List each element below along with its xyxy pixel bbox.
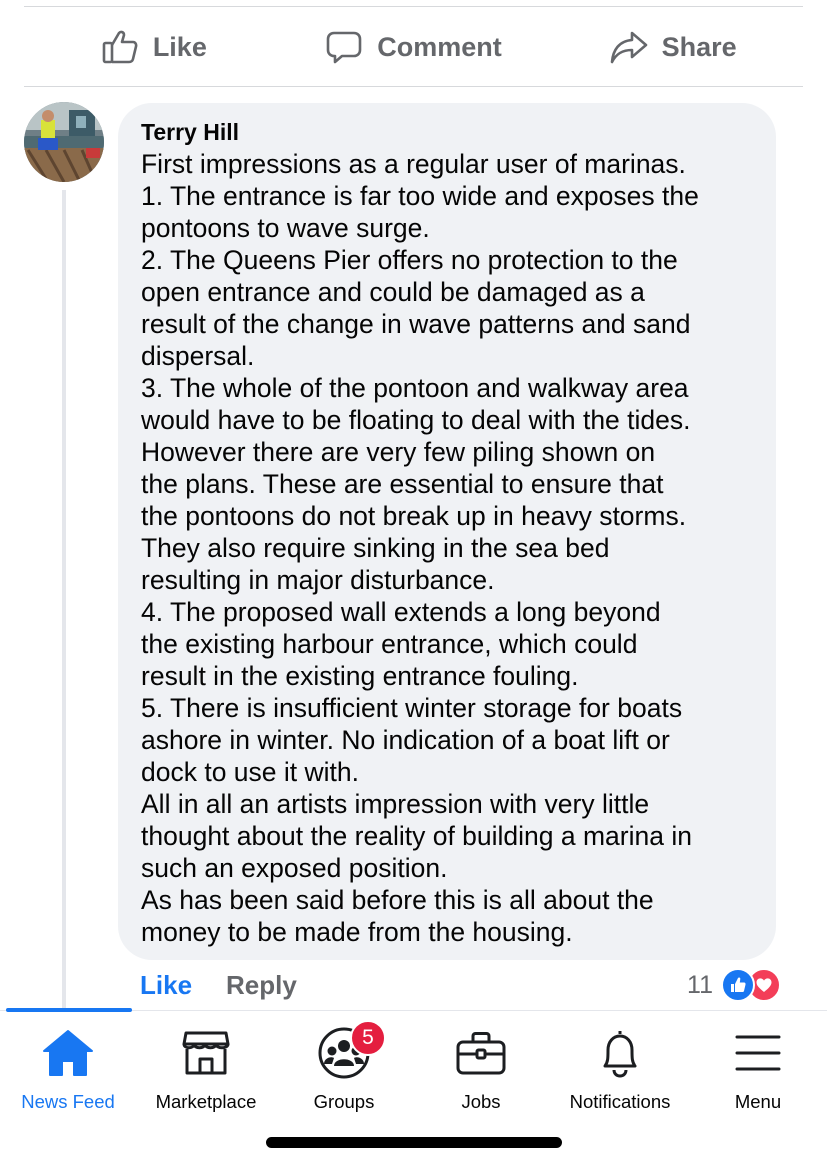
comment-line: As has been said before this is all abou… [141, 885, 654, 915]
comment-line: result in the existing entrance fouling. [141, 661, 579, 691]
comment-line: the plans. These are essential to ensure… [141, 469, 664, 499]
comment-line: ashore in winter. No indication of a boa… [141, 725, 670, 755]
comment-line: the pontoons do not break up in heavy st… [141, 501, 687, 531]
action-bar-divider [24, 86, 803, 87]
comment-line: resulting in major disturbance. [141, 565, 495, 595]
comment-author[interactable]: Terry Hill [141, 118, 754, 146]
tab-news-feed-label: News Feed [21, 1091, 115, 1112]
comment-line: dispersal. [141, 341, 255, 371]
comment-line: would have to be floating to deal with t… [141, 405, 691, 435]
comment-line: money to be made from the housing. [141, 917, 573, 947]
tab-news-feed[interactable]: News Feed [0, 1020, 138, 1114]
comment-line: dock to use it with. [141, 757, 359, 787]
like-icon [721, 968, 755, 1002]
comment-line: the existing harbour entrance, which cou… [141, 629, 638, 659]
comment-line: result of the change in wave patterns an… [141, 309, 691, 339]
tab-marketplace[interactable]: Marketplace [136, 1020, 276, 1114]
bell-icon [597, 1028, 643, 1083]
top-divider [24, 6, 803, 7]
comment-button-label: Comment [377, 31, 502, 62]
home-icon [42, 1029, 94, 1082]
comment-line: thought about the reality of building a … [141, 821, 692, 851]
speech-bubble-icon [325, 28, 363, 66]
home-indicator[interactable] [266, 1137, 562, 1148]
comment-button[interactable]: Comment [284, 28, 544, 66]
reply-thread-line [62, 190, 66, 1010]
tab-marketplace-label: Marketplace [155, 1091, 257, 1112]
comment-line: First impressions as a regular user of m… [141, 149, 686, 179]
share-button[interactable]: Share [543, 28, 803, 66]
tab-groups[interactable]: 5 Groups [274, 1020, 414, 1114]
hamburger-menu-icon [734, 1032, 782, 1079]
comment-like-link[interactable]: Like [140, 966, 192, 1004]
comment-line: open entrance and could be damaged as a [141, 277, 645, 307]
comment-line: 2. The Queens Pier offers no protection … [141, 245, 678, 275]
comment-line: pontoons to wave surge. [141, 213, 430, 243]
tab-notifications[interactable]: Notifications [550, 1020, 690, 1114]
comment-line: 1. The entrance is far too wide and expo… [141, 181, 699, 211]
comment-text: First impressions as a regular user of m… [141, 148, 754, 948]
share-arrow-icon [610, 28, 648, 66]
comment-line: They also require sinking in the sea bed [141, 533, 610, 563]
like-button-label: Like [152, 31, 207, 62]
reaction-summary[interactable]: 11 [687, 966, 781, 1004]
like-button[interactable]: Like [24, 28, 284, 66]
post-action-bar: Like Comment Share [24, 8, 803, 86]
share-button-label: Share [661, 31, 737, 62]
comment-line: All in all an artists impression with ve… [141, 789, 650, 819]
comment-line: However there are very few piling shown … [141, 437, 656, 467]
comment-line: 5. There is insufficient winter storage … [141, 693, 683, 723]
tab-groups-label: Groups [313, 1091, 375, 1112]
comment-line: such an exposed position. [141, 853, 448, 883]
tab-jobs[interactable]: Jobs [411, 1020, 551, 1114]
tab-jobs-label: Jobs [461, 1091, 501, 1112]
reaction-count: 11 [687, 970, 713, 999]
thumbs-up-icon [101, 28, 139, 66]
tab-menu[interactable]: Menu [688, 1020, 827, 1114]
briefcase-icon [455, 1030, 507, 1081]
storefront-icon [181, 1029, 231, 1082]
avatar[interactable] [24, 102, 104, 182]
active-tab-indicator [6, 1008, 132, 1012]
comment-bubble: Terry Hill First impressions as a regula… [118, 103, 776, 960]
comment-line: 3. The whole of the pontoon and walkway … [141, 373, 689, 403]
tab-notifications-label: Notifications [569, 1091, 671, 1112]
groups-badge: 5 [350, 1020, 386, 1056]
comment-line: 4. The proposed wall extends a long beyo… [141, 597, 661, 627]
tab-menu-label: Menu [734, 1091, 782, 1112]
comment-reply-link[interactable]: Reply [226, 966, 297, 1004]
comment-actions: Like Reply [140, 966, 297, 1004]
